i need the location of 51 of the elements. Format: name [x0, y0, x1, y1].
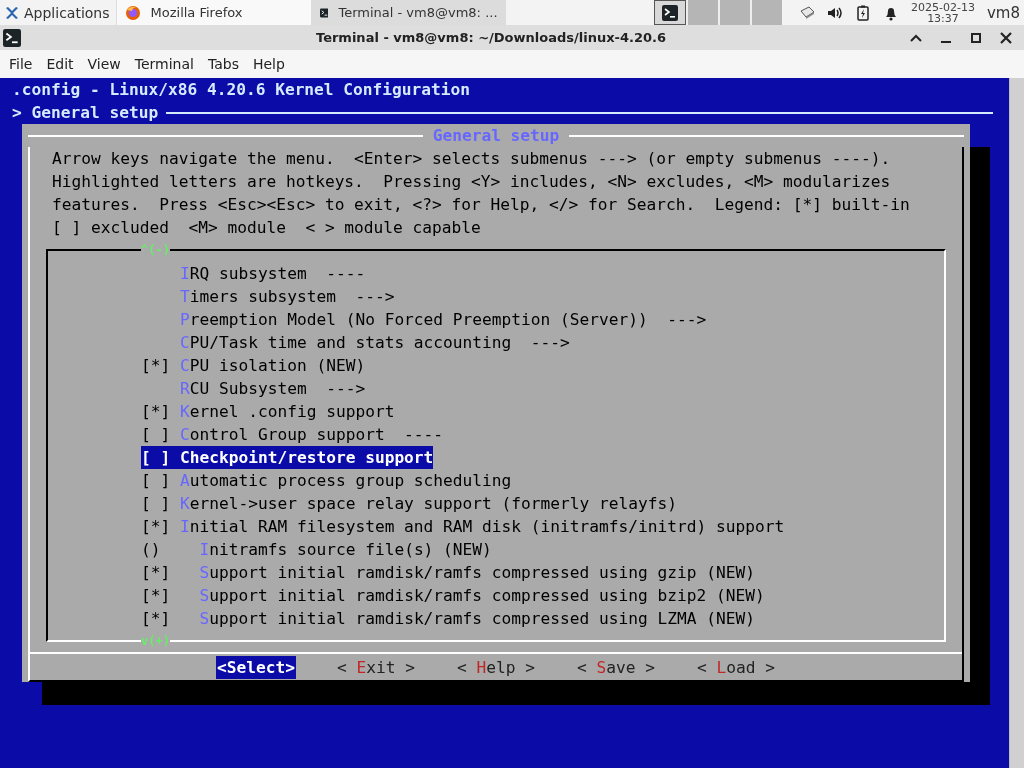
menu-item[interactable]: [*] CPU isolation (NEW) — [141, 354, 366, 377]
taskbar-button[interactable]: Mozilla Firefox — [115, 0, 311, 25]
menu-item[interactable]: [*] Support initial ramdisk/ramfs compressed using gzip (NEW) — [141, 561, 755, 584]
menu-bar-item[interactable]: Help — [247, 54, 290, 74]
workspace-button[interactable] — [653, 0, 686, 25]
config-header: .config - Linux/x86 4.20.6 Kernel Configuration — [12, 80, 471, 99]
menu-item[interactable]: [*] Initial RAM filesystem and RAM disk (initramfs/initrd) support — [141, 515, 785, 538]
applications-menu[interactable]: Applications — [0, 0, 116, 25]
scrollbar[interactable] — [1009, 78, 1024, 768]
dialog-title: General setup — [431, 125, 561, 147]
scroll-indicator: v(+) — [141, 634, 170, 648]
menu-item[interactable]: [*] Kernel .config support — [141, 400, 395, 423]
terminal-icon — [3, 28, 21, 47]
menu-item[interactable]: [*] Support initial ramdisk/ramfs compressed using LZMA (NEW) — [141, 607, 755, 630]
menu-item[interactable]: () Initramfs source file(s) (NEW) — [141, 538, 492, 561]
menu-item[interactable]: [ ] Checkpoint/restore support — [141, 446, 434, 469]
dialog-button[interactable]: < Load > — [695, 656, 776, 679]
menu-bar-item[interactable]: View — [82, 54, 126, 74]
scroll-indicator: ^(-) — [141, 243, 170, 257]
battery-icon[interactable] — [855, 4, 871, 21]
menu-item[interactable]: Preemption Model (No Forced Preemption (Server)) ---> — [179, 308, 707, 331]
close-icon[interactable] — [998, 29, 1014, 46]
menu-bar-item[interactable]: Tabs — [202, 54, 244, 74]
help-text: Highlighted letters are hotkeys. Pressing <Y> includes, <N> excludes, <M> modularizes — [52, 172, 891, 191]
menu-item[interactable]: Timers subsystem ---> — [179, 285, 395, 308]
applications-icon — [4, 4, 20, 21]
help-text: [ ] excluded <M> module < > module capable — [52, 218, 481, 237]
breadcrumb: > General setup — [12, 102, 159, 124]
menu-item[interactable]: [ ] Automatic process group scheduling — [141, 469, 512, 492]
dialog-button[interactable]: < Help > — [456, 656, 536, 679]
dialog-button[interactable]: < Exit > — [336, 656, 416, 679]
clock[interactable]: 2025-02-13 13:37 — [911, 1, 975, 24]
user-name[interactable]: vm8 — [986, 3, 1020, 22]
menu-item[interactable]: IRQ subsystem ---- — [179, 262, 366, 285]
menu-item[interactable]: [ ] Kernel->user space relay support (formerly relayfs) — [141, 492, 677, 515]
help-text: Arrow keys navigate the menu. <Enter> selects submenus ---> (or empty submenus ----). — [52, 149, 891, 168]
drive-icon[interactable] — [799, 4, 815, 21]
terminal-icon — [661, 4, 678, 21]
dialog-button[interactable]: <Select> — [216, 656, 296, 679]
menu-item[interactable]: [ ] Control Group support ---- — [141, 423, 444, 446]
dialog-button[interactable]: < Save > — [576, 656, 656, 679]
help-text: features. Press <Esc><Esc> to exit, <?> for Help, </> for Search. Legend: [*] built-in — [52, 195, 910, 214]
window-title: Terminal - vm8@vm8: ~/Downloads/linux-4.20.6 — [316, 30, 666, 45]
browser-icon — [124, 4, 141, 21]
menu-item[interactable]: CPU/Task time and stats accounting ---> — [179, 331, 570, 354]
menu-item[interactable]: RCU Subsystem ---> — [179, 377, 366, 400]
taskbar-button[interactable]: Terminal - vm8@vm8: ... — [310, 0, 506, 25]
menu-bar-item[interactable]: Edit — [41, 54, 79, 74]
menu-item[interactable]: [*] Support initial ramdisk/ramfs compressed using bzip2 (NEW) — [141, 584, 765, 607]
menu-bar-item[interactable]: File — [4, 54, 38, 74]
menu-bar-item[interactable]: Terminal — [129, 54, 199, 74]
